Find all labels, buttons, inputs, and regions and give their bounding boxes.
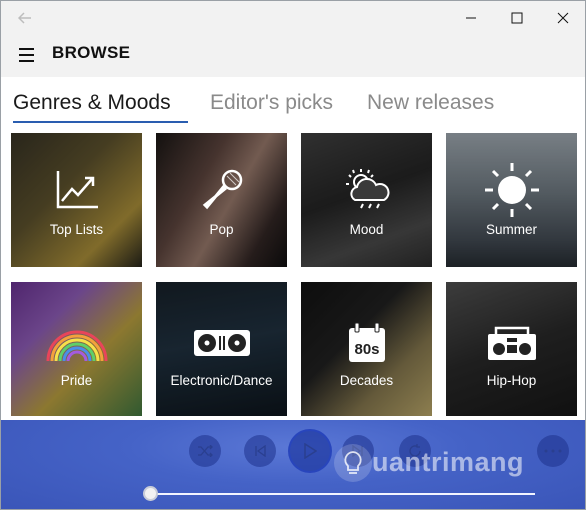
shuffle-button[interactable] <box>189 435 221 467</box>
play-icon <box>304 443 317 459</box>
more-options-button[interactable] <box>537 435 569 467</box>
tile-pop[interactable]: Pop <box>156 133 287 267</box>
boombox-icon <box>487 326 536 360</box>
tile-label: Decades <box>339 373 394 388</box>
microphone-icon <box>202 169 242 210</box>
turntable-icon <box>193 330 250 356</box>
tile-hip-hop[interactable]: Hip-Hop <box>446 282 577 416</box>
calendar-80s-icon: 80s <box>348 322 385 362</box>
tile-label: Pop <box>209 222 234 237</box>
close-button[interactable] <box>540 5 585 31</box>
active-tab-indicator <box>13 121 188 123</box>
watermark-logo <box>334 444 372 482</box>
tab-genres-moods[interactable]: Genres & Moods <box>13 91 171 115</box>
hamburger-menu-button[interactable] <box>15 45 39 65</box>
tile-label: Top Lists <box>49 222 104 237</box>
play-button[interactable] <box>288 429 332 473</box>
back-arrow-icon <box>18 12 31 24</box>
tile-pride[interactable]: Pride <box>11 282 142 416</box>
minimize-button[interactable] <box>448 5 494 31</box>
tab-new-releases[interactable]: New releases <box>367 91 494 115</box>
maximize-button[interactable] <box>494 5 540 31</box>
lightbulb-icon <box>344 451 362 474</box>
tile-label: Summer <box>485 222 537 237</box>
more-icon <box>544 449 562 453</box>
tile-mood[interactable]: Mood <box>301 133 432 267</box>
page-title: BROWSE <box>52 43 131 62</box>
tile-label: Pride <box>60 373 93 388</box>
weather-mood-icon <box>345 169 389 209</box>
tile-summer[interactable]: Summer <box>446 133 577 267</box>
svg-text:80s: 80s <box>354 341 379 358</box>
rainbow-icon <box>46 330 107 362</box>
hamburger-icon <box>19 48 34 50</box>
app-window: BROWSE Genres & Moods Editor's picks New… <box>0 0 586 510</box>
watermark-text: uantrimang <box>372 447 525 477</box>
tile-decades[interactable]: 80s Decades <box>301 282 432 416</box>
back-button[interactable] <box>9 6 41 30</box>
page-header: BROWSE <box>1 35 585 77</box>
tile-label: Electronic/Dance <box>170 373 273 388</box>
close-icon <box>557 12 569 24</box>
progress-thumb[interactable] <box>143 486 158 501</box>
title-bar <box>1 1 585 35</box>
shuffle-icon <box>198 445 213 457</box>
progress-track[interactable] <box>151 493 535 495</box>
tile-label: Hip-Hop <box>486 373 537 388</box>
previous-button[interactable] <box>244 435 276 467</box>
maximize-icon <box>511 12 523 24</box>
tab-bar: Genres & Moods Editor's picks New releas… <box>1 77 585 127</box>
tile-top-lists[interactable]: Top Lists <box>11 133 142 267</box>
tile-electronic-dance[interactable]: Electronic/Dance <box>156 282 287 416</box>
sun-icon <box>484 163 539 217</box>
chart-line-icon <box>56 171 98 209</box>
tile-label: Mood <box>349 222 384 237</box>
minimize-icon <box>466 17 476 19</box>
previous-icon <box>255 445 266 457</box>
tab-editors-picks[interactable]: Editor's picks <box>210 91 333 115</box>
